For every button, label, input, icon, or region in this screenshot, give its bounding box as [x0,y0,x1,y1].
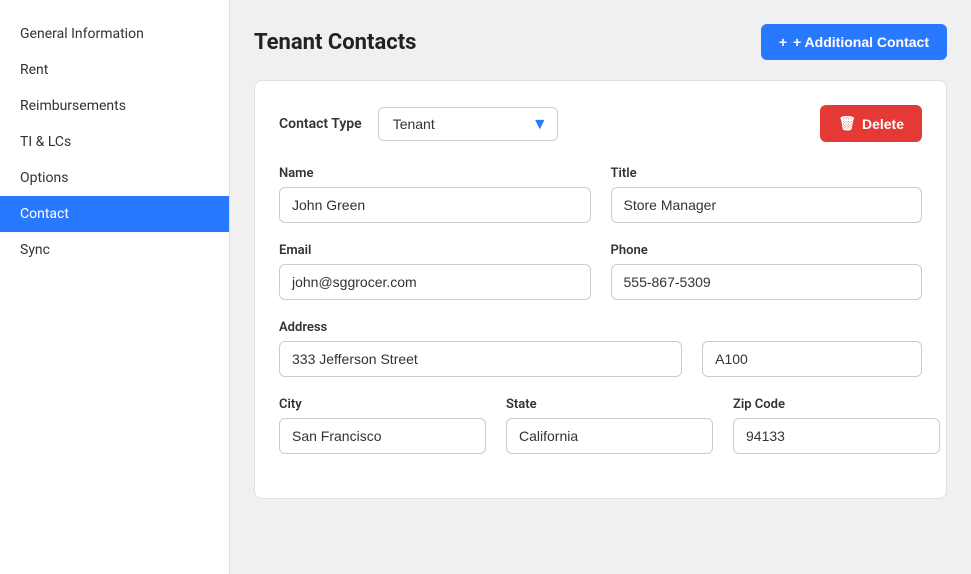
state-label: State [506,397,713,412]
phone-label: Phone [611,243,923,258]
page-header: Tenant Contacts + + Additional Contact [254,24,947,60]
address-row: Address [279,320,922,377]
sidebar: General InformationRentReimbursementsTI … [0,0,230,574]
email-label: Email [279,243,591,258]
address2-label [702,320,922,335]
delete-button[interactable]: 🗑 Delete [820,105,922,142]
name-group: Name [279,166,591,223]
zip-label: Zip Code [733,397,940,412]
city-state-zip-row: City State Zip Code [279,397,922,454]
name-label: Name [279,166,591,181]
city-input[interactable] [279,418,486,454]
sidebar-item-options[interactable]: Options [0,160,229,196]
email-input[interactable] [279,264,591,300]
contact-type-select[interactable]: TenantLandlordAgentOther [378,107,558,141]
sidebar-item-rent[interactable]: Rent [0,52,229,88]
email-group: Email [279,243,591,300]
phone-input[interactable] [611,264,923,300]
contact-card: Contact Type TenantLandlordAgentOther ▼ … [254,80,947,499]
sidebar-item-contact[interactable]: Contact [0,196,229,232]
phone-group: Phone [611,243,923,300]
title-group: Title [611,166,923,223]
state-input[interactable] [506,418,713,454]
main-content: Tenant Contacts + + Additional Contact C… [230,0,971,574]
address-label: Address [279,320,682,335]
additional-contact-label: + Additional Contact [793,34,929,50]
title-input[interactable] [611,187,923,223]
city-group: City [279,397,486,454]
address1-input[interactable] [279,341,682,377]
contact-type-row: Contact Type TenantLandlordAgentOther ▼ … [279,105,922,142]
delete-label: Delete [862,116,904,132]
additional-contact-button[interactable]: + + Additional Contact [761,24,947,60]
zip-input[interactable] [733,418,940,454]
sidebar-item-reimbursements[interactable]: Reimbursements [0,88,229,124]
state-group: State [506,397,713,454]
name-input[interactable] [279,187,591,223]
zip-group: Zip Code [733,397,940,454]
sidebar-item-ti-lcs[interactable]: TI & LCs [0,124,229,160]
city-label: City [279,397,486,412]
name-title-row: Name Title [279,166,922,223]
plus-icon: + [779,34,787,50]
contact-type-left: Contact Type TenantLandlordAgentOther ▼ [279,107,558,141]
email-phone-row: Email Phone [279,243,922,300]
trash-icon: 🗑 [838,115,856,132]
contact-type-select-wrapper[interactable]: TenantLandlordAgentOther ▼ [378,107,558,141]
contact-type-label: Contact Type [279,116,362,132]
sidebar-item-general-information[interactable]: General Information [0,16,229,52]
title-label: Title [611,166,923,181]
address2-group [702,320,922,377]
address1-group: Address [279,320,682,377]
page-title: Tenant Contacts [254,30,416,55]
sidebar-item-sync[interactable]: Sync [0,232,229,268]
address2-input[interactable] [702,341,922,377]
